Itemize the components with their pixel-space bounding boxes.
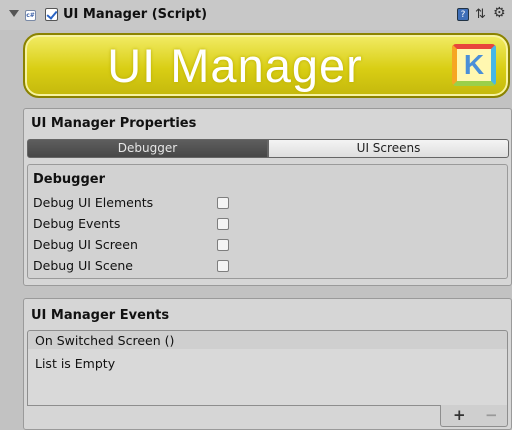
debug-events-checkbox[interactable] xyxy=(217,218,229,230)
tab-debugger[interactable]: Debugger xyxy=(27,139,268,158)
debug-events-label: Debug Events xyxy=(33,216,121,231)
help-icon[interactable]: ? xyxy=(457,8,469,21)
banner-title: UI Manager xyxy=(107,39,363,92)
debugger-title: Debugger xyxy=(33,172,106,187)
empty-list-text: List is Empty xyxy=(35,356,116,371)
script-icon: c# xyxy=(25,10,36,21)
event-name-label: On Switched Screen () xyxy=(35,333,175,348)
remove-event-button[interactable]: − xyxy=(485,407,498,423)
component-enabled-checkbox[interactable] xyxy=(45,8,58,21)
fold-arrow-icon[interactable] xyxy=(9,10,19,17)
events-title: UI Manager Events xyxy=(31,308,170,323)
debug-ui-scene-checkbox[interactable] xyxy=(217,260,229,272)
debug-ui-screen-label: Debug UI Screen xyxy=(33,237,138,252)
tab-ui-screens[interactable]: UI Screens xyxy=(268,139,509,158)
debug-ui-screen-checkbox[interactable] xyxy=(217,239,229,251)
add-event-button[interactable]: + xyxy=(453,407,466,423)
properties-title: UI Manager Properties xyxy=(31,116,197,131)
debug-ui-scene-label: Debug UI Scene xyxy=(33,258,133,273)
debug-ui-elements-checkbox[interactable] xyxy=(217,197,229,209)
component-title: UI Manager (Script) xyxy=(63,7,208,22)
event-list-footer xyxy=(440,405,508,427)
debug-ui-elements-label: Debug UI Elements xyxy=(33,195,154,210)
logo-icon: K xyxy=(452,44,496,86)
gear-icon[interactable]: ⚙ xyxy=(493,6,506,21)
preset-icon[interactable]: ⇅ xyxy=(475,7,486,22)
ui-manager-banner: UI Manager K xyxy=(23,33,510,98)
